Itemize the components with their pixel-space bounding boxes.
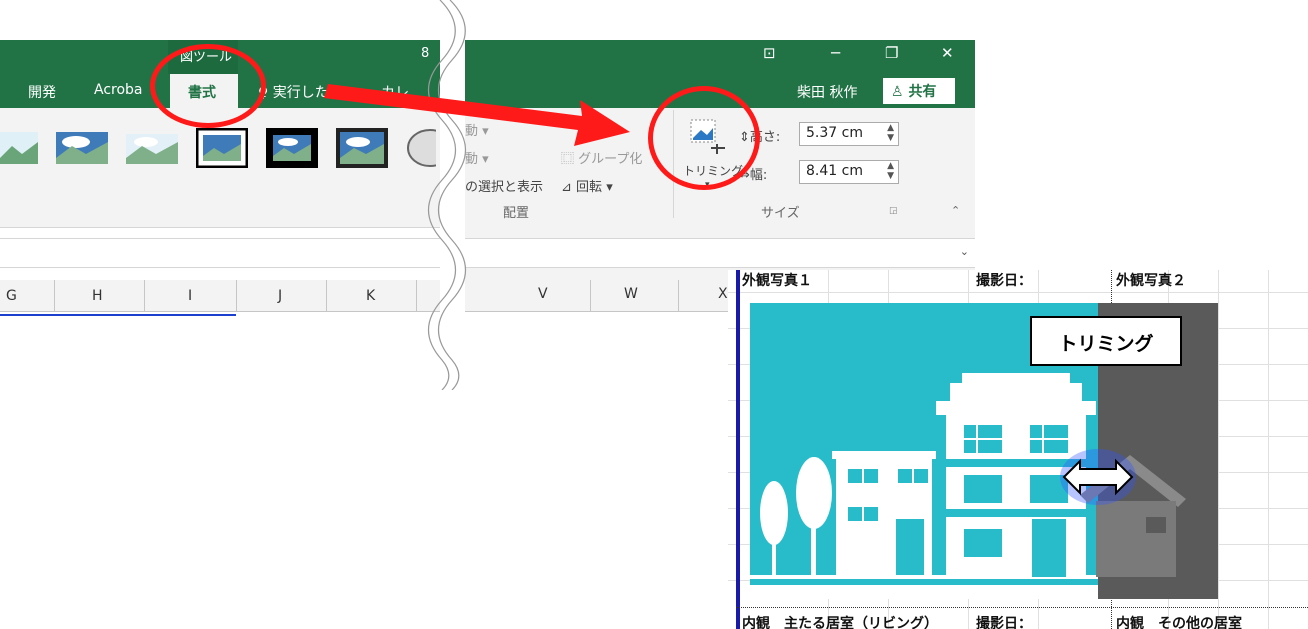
col-J[interactable]: J <box>278 288 282 304</box>
screenshot-break-line <box>428 0 466 390</box>
red-arrow-icon <box>324 84 630 146</box>
height-spinner-icon[interactable]: ▲ ▼ <box>887 123 894 143</box>
share-label: 共有 <box>908 84 937 100</box>
picture-style-2[interactable] <box>56 128 108 168</box>
width-input[interactable]: 8.41 cm ▲ ▼ <box>799 160 899 184</box>
col-G[interactable]: G <box>6 288 17 304</box>
share-button[interactable]: ♙ 共有 <box>883 78 955 104</box>
formula-bar[interactable] <box>0 238 440 268</box>
cell-exterior-photo-1[interactable]: 外観写真１ <box>742 270 812 290</box>
tab-developer[interactable]: 開発 <box>28 82 56 102</box>
picture-style-3[interactable] <box>126 128 178 168</box>
cell-interior-living[interactable]: 内観 主たる居室（リビング） <box>742 613 938 629</box>
expand-formula-icon[interactable]: ⌄ <box>960 245 969 258</box>
restore-icon[interactable]: ❐ <box>885 44 898 62</box>
collapse-ribbon-icon[interactable]: ⌃ <box>951 204 960 217</box>
height-input[interactable]: 5.37 cm ▲ ▼ <box>799 122 899 146</box>
crop-button-highlight <box>648 86 760 190</box>
col-W[interactable]: W <box>624 286 638 302</box>
crop-callout: トリミング <box>1030 316 1182 366</box>
rotate-button[interactable]: ⊿ 回転 ▾ <box>561 176 613 195</box>
page-break-horizontal <box>736 607 1308 608</box>
rotate-icon: ⊿ <box>561 180 572 195</box>
column-headers-right <box>465 280 735 312</box>
cell-shooting-date-bottom[interactable]: 撮影日： <box>976 613 1032 629</box>
selection-pane-button[interactable]: の選択と表示 <box>465 176 543 195</box>
cell-exterior-photo-2[interactable]: 外観写真２ <box>1116 270 1186 290</box>
sheet-border <box>736 270 740 629</box>
col-X[interactable]: X <box>718 286 728 302</box>
size-group-label: サイズ <box>761 206 800 221</box>
minimize-icon[interactable]: ─ <box>831 44 840 62</box>
formula-bar-right[interactable]: ⌄ <box>465 238 975 268</box>
tab-acrobat[interactable]: Acroba <box>94 82 143 98</box>
width-spinner-icon[interactable]: ▲ ▼ <box>887 161 894 181</box>
picture-style-4[interactable] <box>196 128 248 168</box>
col-V[interactable]: V <box>538 286 548 302</box>
cell-interior-other[interactable]: 内観 その他の居室 <box>1116 613 1242 629</box>
ribbon-display-icon[interactable]: ⊡ <box>763 44 776 62</box>
person-icon: ♙ <box>891 84 904 100</box>
cell-shooting-date-top[interactable]: 撮影日： <box>976 270 1032 290</box>
selection-indicator <box>0 314 236 316</box>
picture-style-5[interactable] <box>266 128 318 168</box>
format-tab-highlight <box>150 44 266 128</box>
col-I[interactable]: I <box>188 288 192 304</box>
size-dialog-launcher-icon[interactable]: ◲ <box>889 206 898 216</box>
close-icon[interactable]: ✕ <box>941 44 954 62</box>
col-K[interactable]: K <box>366 288 375 304</box>
picture-style-1[interactable] <box>0 128 38 168</box>
col-H[interactable]: H <box>92 288 103 304</box>
user-name[interactable]: 柴田 秋作 <box>797 82 857 102</box>
arrange-group-label: 配置 <box>503 206 530 221</box>
